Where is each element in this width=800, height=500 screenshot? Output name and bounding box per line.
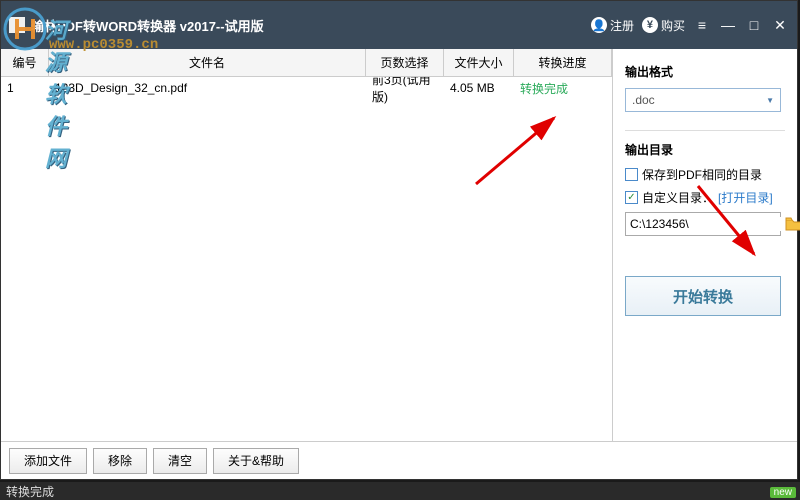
user-icon: 👤 xyxy=(591,17,607,33)
path-input-wrapper xyxy=(625,212,781,236)
remove-button[interactable]: 移除 xyxy=(93,448,147,474)
about-button[interactable]: 关于&帮助 xyxy=(213,448,299,474)
table-header: 编号 文件名 页数选择 文件大小 转换进度 xyxy=(1,49,612,77)
maximize-button[interactable]: □ xyxy=(745,16,763,34)
window-title: 输林PDF转WORD转换器 v2017--试用版 xyxy=(31,16,264,35)
new-badge: new xyxy=(770,487,796,498)
settings-panel: 输出格式 .doc 输出目录 保存到PDF相同的目录 ✓ 自定义目录： [打开目… xyxy=(613,49,797,441)
bottom-toolbar: 添加文件 移除 清空 关于&帮助 xyxy=(1,441,797,479)
divider xyxy=(625,130,785,131)
checkbox-icon xyxy=(625,168,638,181)
cell-progress: 转换完成 xyxy=(514,80,612,97)
close-button[interactable]: ✕ xyxy=(771,16,789,34)
cell-num: 1 xyxy=(1,81,49,95)
cell-size: 4.05 MB xyxy=(444,81,514,95)
custom-dir-label: 自定义目录： xyxy=(642,189,714,206)
app-icon xyxy=(9,17,25,33)
col-progress[interactable]: 转换进度 xyxy=(514,49,612,76)
col-filename[interactable]: 文件名 xyxy=(49,49,366,76)
output-format-title: 输出格式 xyxy=(625,63,785,80)
add-file-button[interactable]: 添加文件 xyxy=(9,448,87,474)
same-dir-label: 保存到PDF相同的目录 xyxy=(642,166,762,183)
clear-button[interactable]: 清空 xyxy=(153,448,207,474)
minimize-button[interactable]: — xyxy=(719,16,737,34)
custom-dir-checkbox-row[interactable]: ✓ 自定义目录： [打开目录] xyxy=(625,189,785,206)
open-dir-link[interactable]: [打开目录] xyxy=(718,189,773,206)
cell-pages: 前3页(试用版) xyxy=(366,77,444,105)
statusbar: 转换完成 new xyxy=(0,482,800,500)
status-text: 转换完成 xyxy=(6,483,54,500)
table-row[interactable]: 1 123D_Design_32_cn.pdf 前3页(试用版) 4.05 MB… xyxy=(1,77,612,99)
checkbox-checked-icon: ✓ xyxy=(625,191,638,204)
output-dir-title: 输出目录 xyxy=(625,141,785,158)
path-input[interactable] xyxy=(630,217,785,231)
register-button[interactable]: 👤 注册 xyxy=(591,17,634,34)
col-pages[interactable]: 页数选择 xyxy=(366,49,444,76)
same-dir-checkbox-row[interactable]: 保存到PDF相同的目录 xyxy=(625,166,785,183)
start-convert-button[interactable]: 开始转换 xyxy=(625,276,781,316)
table-body: 1 123D_Design_32_cn.pdf 前3页(试用版) 4.05 MB… xyxy=(1,77,612,441)
app-window: 输林PDF转WORD转换器 v2017--试用版 👤 注册 ¥ 购买 ≡ — □… xyxy=(0,0,798,480)
folder-icon[interactable] xyxy=(785,217,800,231)
yen-icon: ¥ xyxy=(642,17,658,33)
cell-filename: 123D_Design_32_cn.pdf xyxy=(49,81,366,95)
col-size[interactable]: 文件大小 xyxy=(444,49,514,76)
settings-button[interactable]: ≡ xyxy=(693,16,711,34)
col-num[interactable]: 编号 xyxy=(1,49,49,76)
format-select[interactable]: .doc xyxy=(625,88,781,112)
buy-button[interactable]: ¥ 购买 xyxy=(642,17,685,34)
titlebar: 输林PDF转WORD转换器 v2017--试用版 👤 注册 ¥ 购买 ≡ — □… xyxy=(1,1,797,49)
file-list-panel: 编号 文件名 页数选择 文件大小 转换进度 1 123D_Design_32_c… xyxy=(1,49,613,441)
